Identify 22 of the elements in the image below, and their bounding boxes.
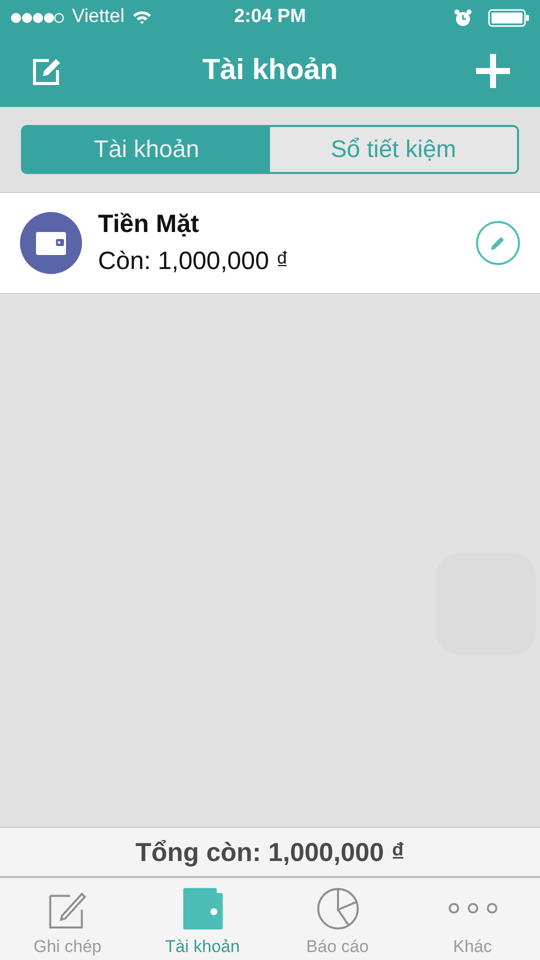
battery-icon xyxy=(488,8,530,26)
segment-tab[interactable]: Tài khoản xyxy=(23,127,270,172)
alarm-icon xyxy=(454,8,472,26)
wallet-icon xyxy=(20,212,82,274)
tab-bar-item[interactable]: Báo cáo xyxy=(270,878,405,960)
edit-button[interactable] xyxy=(476,221,520,265)
account-balance: Còn: 1,000,000 ₫ xyxy=(98,246,290,277)
segment-tab[interactable]: Sổ tiết kiệm xyxy=(270,127,517,172)
wallet-icon xyxy=(182,888,224,930)
status-time: 2:04 PM xyxy=(234,5,306,30)
signal-icon xyxy=(10,12,64,24)
account-name: Tiền Mặt xyxy=(98,208,200,240)
pie-chart-icon xyxy=(316,888,358,930)
wifi-icon xyxy=(132,10,152,25)
tab-bar-item[interactable]: Khác xyxy=(405,878,540,960)
carrier-name: Viettel xyxy=(72,5,124,30)
header-title: Tài khoản xyxy=(202,53,338,88)
more-icon xyxy=(446,903,498,914)
add-icon[interactable] xyxy=(476,54,510,88)
total-balance: Tổng còn: 1,000,000 ₫ xyxy=(0,827,540,878)
tab-bar-item[interactable]: Ghi chép xyxy=(0,878,135,960)
tab-bar-item[interactable]: Tài khoản xyxy=(135,878,270,960)
